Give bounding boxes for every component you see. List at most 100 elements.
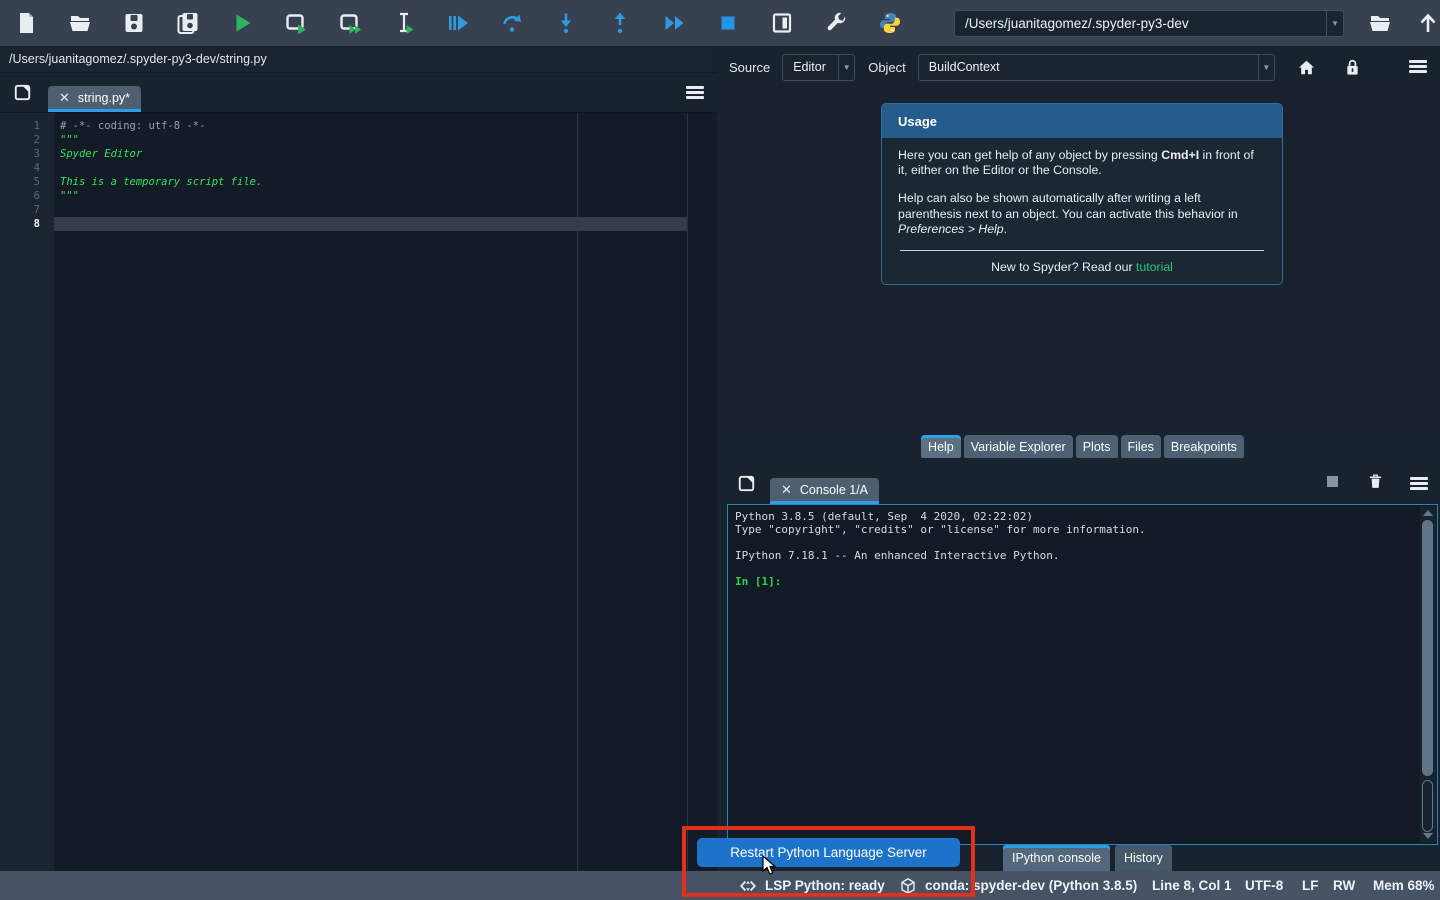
console-output-line: IPython 7.18.1 -- An enhanced Interactiv… [735, 549, 1417, 562]
conda-status-text: conda: spyder-dev (Python 3.8.5) [925, 878, 1137, 893]
line-col-text: Line 8, Col 1 [1152, 878, 1232, 893]
close-tab-icon[interactable]: ✕ [781, 483, 792, 496]
tab-history[interactable]: History [1115, 845, 1172, 871]
spyder-main-window: /Users/juanitagomez/.spyder-py3-dev ▼ /U… [0, 0, 1440, 900]
step-over-icon[interactable] [500, 11, 524, 35]
code-text: This is a temporary script file. [56, 176, 262, 188]
save-all-icon[interactable] [176, 11, 200, 35]
help-options-menu-icon[interactable] [1409, 60, 1427, 74]
ipython-console[interactable]: Python 3.8.5 (default, Sep 4 2020, 02:22… [727, 504, 1438, 845]
editor-file-path: /Users/juanitagomez/.spyder-py3-dev/stri… [0, 46, 717, 73]
editor-line-1[interactable]: 1# -*- coding: utf-8 -*- [0, 119, 717, 133]
tab-files[interactable]: Files [1121, 435, 1161, 458]
editor-tab-string-py[interactable]: ✕ string.py* [48, 86, 141, 112]
tab-ipython-console[interactable]: IPython console [1003, 845, 1110, 871]
scrollbar-thumb[interactable] [1422, 520, 1433, 776]
preferences-icon[interactable] [824, 11, 848, 35]
usage-p1-shortcut: Cmd+I [1161, 148, 1199, 162]
interrupt-kernel-icon[interactable] [1327, 476, 1338, 487]
code-text: """ [56, 134, 79, 146]
conda-env-status[interactable]: conda: spyder-dev (Python 3.8.5) [899, 871, 1137, 900]
console-output-line: Type "copyright", "credits" or "license"… [735, 523, 1417, 536]
editor-line-4[interactable]: 4 [0, 161, 717, 175]
encoding-status: UTF-8 [1245, 871, 1283, 900]
permissions-status: RW [1333, 871, 1355, 900]
help-pane-header: Source Editor ▼ Object BuildContext ▼ [725, 48, 1440, 86]
working-directory-combobox[interactable]: /Users/juanitagomez/.spyder-py3-dev ▼ [954, 10, 1344, 37]
usage-box-title: Usage [882, 104, 1282, 138]
editor-line-3[interactable]: 3Spyder Editor [0, 147, 717, 161]
tab-plots[interactable]: Plots [1076, 435, 1118, 458]
editor-line-5[interactable]: 5This is a temporary script file. [0, 175, 717, 189]
usage-box: Usage Here you can get help of any objec… [881, 103, 1283, 285]
close-tab-icon[interactable]: ✕ [59, 91, 70, 104]
toolbar-icon-group [14, 11, 932, 35]
editor-line-8[interactable]: 8 [0, 217, 717, 231]
remove-console-icon[interactable] [1367, 473, 1386, 492]
editor-file-path-text: /Users/juanitagomez/.spyder-py3-dev/stri… [9, 52, 267, 66]
run-cell-icon[interactable] [284, 11, 308, 35]
maximize-pane-icon[interactable] [770, 11, 794, 35]
usage-divider [900, 250, 1264, 251]
tutorial-link[interactable]: tutorial [1136, 260, 1173, 274]
current-line-highlight [54, 217, 687, 231]
code-editor[interactable]: 1# -*- coding: utf-8 -*-2"""3Spyder Edit… [0, 113, 717, 871]
working-directory-value: /Users/juanitagomez/.spyder-py3-dev [955, 16, 1326, 31]
editor-line-7[interactable]: 7 [0, 203, 717, 217]
console-output-line [735, 536, 1417, 549]
console-tab[interactable]: ✕ Console 1/A [770, 478, 879, 504]
scroll-down-arrow-icon[interactable] [1423, 833, 1433, 839]
tab-variable-explorer[interactable]: Variable Explorer [964, 435, 1073, 458]
usage-title-text: Usage [898, 114, 937, 129]
chevron-down-icon[interactable]: ▼ [838, 55, 854, 80]
new-file-icon[interactable] [14, 11, 38, 35]
debug-continue-icon[interactable] [662, 11, 686, 35]
run-icon[interactable] [230, 11, 254, 35]
console-prompt: In [1]: [735, 575, 1417, 588]
editor-line-2[interactable]: 2""" [0, 133, 717, 147]
usage-box-body: Here you can get help of any object by p… [882, 138, 1282, 275]
line-number: 2 [0, 134, 56, 146]
python-logo-icon[interactable] [878, 11, 902, 35]
lsp-status[interactable]: LSP Python: ready [739, 871, 885, 900]
source-combobox[interactable]: Editor ▼ [782, 54, 855, 81]
eol-text: LF [1302, 878, 1319, 893]
memory-text: Mem 68% [1373, 878, 1435, 893]
chevron-down-icon[interactable]: ▼ [1258, 55, 1274, 80]
line-number: 6 [0, 190, 56, 202]
usage-paragraph-1: Here you can get help of any object by p… [898, 148, 1266, 178]
console-output-line [735, 562, 1417, 575]
editor-options-menu-icon[interactable] [686, 86, 704, 100]
run-selection-icon[interactable] [392, 11, 416, 35]
step-out-icon[interactable] [608, 11, 632, 35]
console-scrollbar[interactable] [1420, 506, 1436, 843]
restart-language-server-button[interactable]: Restart Python Language Server [697, 838, 960, 867]
console-options-menu-icon[interactable] [1410, 477, 1428, 491]
browse-tabs-icon[interactable] [737, 474, 756, 493]
open-file-icon[interactable] [68, 11, 92, 35]
parent-directory-icon[interactable] [1416, 11, 1440, 35]
right-pane-tab-bar: HelpVariable ExplorerPlotsFilesBreakpoin… [725, 432, 1440, 458]
tab-breakpoints[interactable]: Breakpoints [1164, 435, 1244, 458]
line-number: 5 [0, 176, 56, 188]
step-into-icon[interactable] [554, 11, 578, 35]
run-cell-advance-icon[interactable] [338, 11, 362, 35]
debug-file-icon[interactable] [446, 11, 470, 35]
browse-tabs-icon[interactable] [13, 83, 32, 102]
console-tab-label: Console 1/A [800, 483, 868, 497]
package-cube-icon [899, 877, 917, 895]
scroll-up-arrow-icon[interactable] [1423, 510, 1433, 516]
chevron-down-icon[interactable]: ▼ [1326, 11, 1343, 36]
lock-icon[interactable] [1343, 58, 1362, 77]
home-icon[interactable] [1297, 58, 1316, 77]
usage-p2-post: . [1004, 222, 1007, 236]
status-bar: LSP Python: ready conda: spyder-dev (Pyt… [0, 871, 1440, 900]
open-directory-icon[interactable] [1368, 11, 1392, 35]
usage-footer-text: New to Spyder? Read our [991, 260, 1136, 274]
tab-help[interactable]: Help [921, 435, 961, 458]
editor-line-6[interactable]: 6""" [0, 189, 717, 203]
lsp-icon [739, 877, 757, 895]
object-combobox[interactable]: BuildContext ▼ [918, 54, 1275, 81]
save-icon[interactable] [122, 11, 146, 35]
stop-debug-icon[interactable] [716, 11, 740, 35]
